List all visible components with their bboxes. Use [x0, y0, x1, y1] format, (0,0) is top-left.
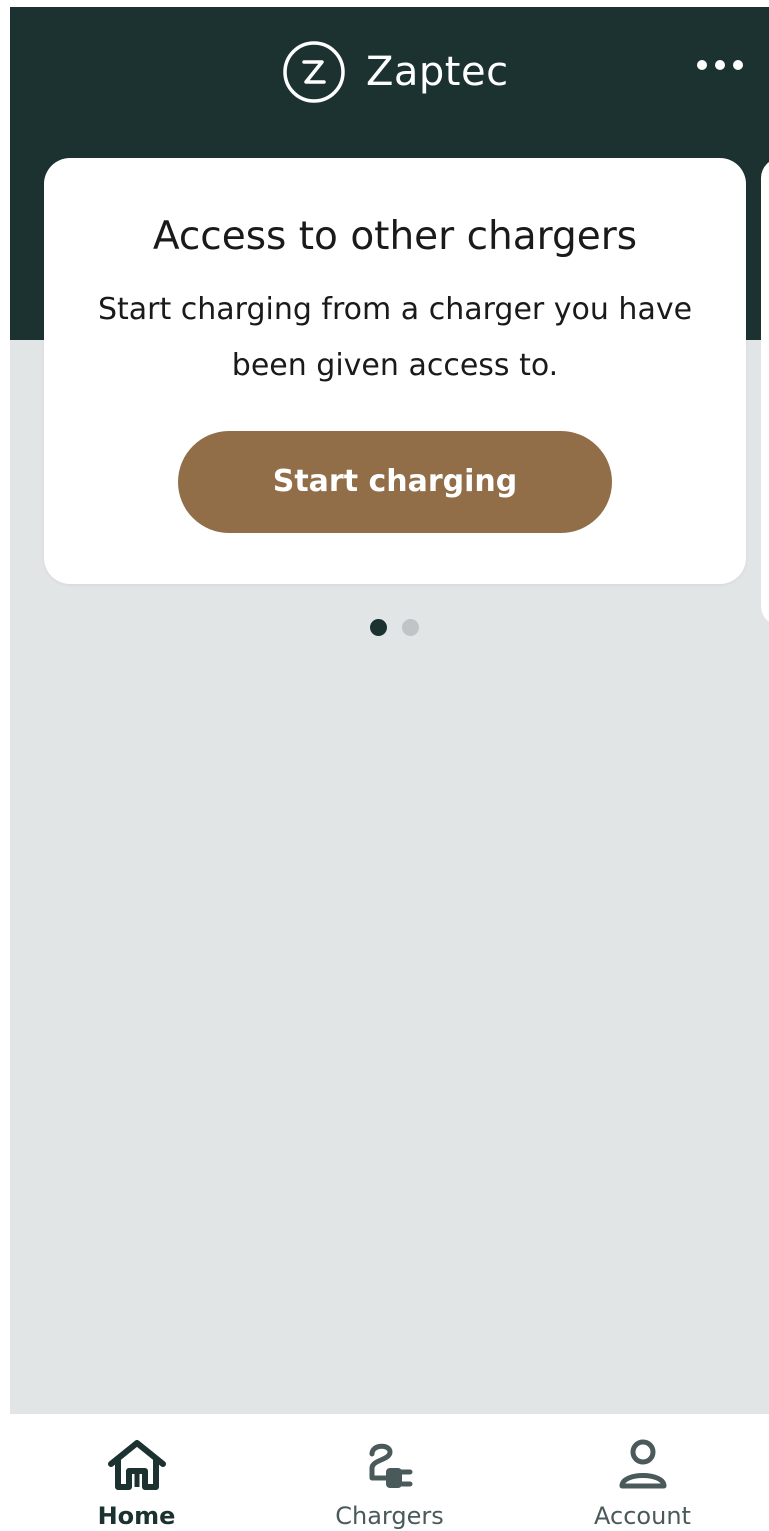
- nav-account-label: Account: [594, 1502, 691, 1530]
- app-screen: Zaptec Access to other chargers Start ch…: [10, 7, 769, 1531]
- next-card-peek[interactable]: [761, 158, 769, 626]
- more-horizontal-icon: [697, 60, 707, 70]
- pager-dot-active[interactable]: [370, 618, 387, 636]
- pager-dot[interactable]: [402, 618, 419, 636]
- start-charging-button[interactable]: Start charging: [178, 431, 612, 533]
- nav-home-label: Home: [97, 1502, 176, 1530]
- charger-plug-icon: [369, 1443, 412, 1488]
- card-description: Start charging from a charger you have b…: [97, 292, 693, 383]
- carousel-pager: [370, 618, 419, 636]
- more-horizontal-icon: [715, 60, 725, 70]
- nav-chargers[interactable]: Chargers: [263, 1414, 516, 1531]
- brand: Zaptec: [282, 38, 509, 106]
- nav-account[interactable]: Account: [516, 1414, 769, 1531]
- nav-home[interactable]: Home: [10, 1414, 263, 1531]
- nav-chargers-label: Chargers: [335, 1502, 444, 1530]
- account-person-icon: [619, 1439, 666, 1489]
- brand-name: Zaptec: [366, 49, 509, 95]
- access-card: Access to other chargers Start charging …: [44, 158, 746, 584]
- card-title: Access to other chargers: [152, 214, 638, 259]
- more-horizontal-icon: [733, 60, 743, 70]
- bottom-navigation: Home Chargers Account: [10, 1414, 769, 1531]
- more-options-button[interactable]: [690, 47, 750, 83]
- zaptec-logo-icon: [283, 41, 345, 103]
- home-icon: [107, 1440, 166, 1490]
